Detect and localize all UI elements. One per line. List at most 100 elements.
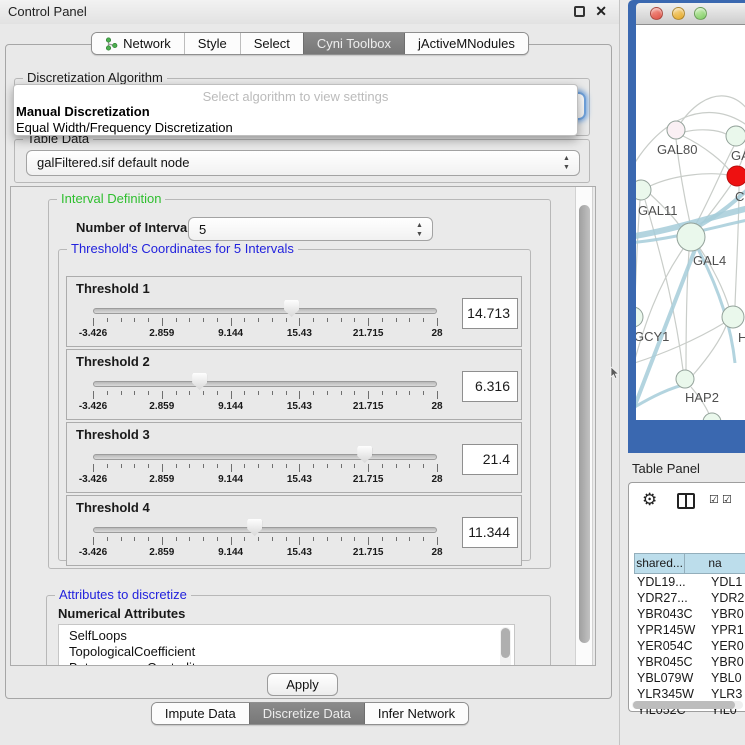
cell-name[interactable]: YBR0 bbox=[707, 606, 745, 622]
network-edge[interactable] bbox=[636, 249, 683, 370]
slider-thumb[interactable] bbox=[357, 446, 372, 463]
cell-shared-name[interactable]: YBR045C bbox=[634, 654, 707, 670]
table-row[interactable]: YDR27...YDR2 bbox=[634, 590, 745, 606]
network-node-ga[interactable] bbox=[726, 126, 745, 146]
attribute-list-item[interactable]: BetweennessCentrality bbox=[69, 660, 514, 666]
threshold-slider[interactable]: -3.4262.8599.14415.4321.71528 bbox=[93, 496, 437, 567]
dropdown-option-equal-width-frequency[interactable]: Equal Width/Frequency Discretization bbox=[16, 120, 233, 135]
cell-name[interactable]: YLR3 bbox=[707, 686, 745, 702]
column-header-shared-name[interactable]: shared... bbox=[634, 553, 685, 574]
split-columns-icon[interactable] bbox=[677, 493, 695, 509]
attribute-list-scrollbar[interactable] bbox=[500, 627, 511, 666]
threshold-slider[interactable]: -3.4262.8599.14415.4321.71528 bbox=[93, 423, 437, 494]
zoom-traffic-light-icon[interactable] bbox=[694, 7, 707, 20]
cell-name[interactable]: YBL0 bbox=[707, 670, 745, 686]
cell-name[interactable]: YDR2 bbox=[707, 590, 745, 606]
slider-track[interactable] bbox=[93, 381, 437, 387]
numerical-attributes-label: Numerical Attributes bbox=[58, 606, 185, 621]
tick-label: 9.144 bbox=[218, 474, 243, 485]
control-panel-title: Control Panel bbox=[8, 4, 87, 19]
tab-style[interactable]: Style bbox=[184, 33, 240, 54]
scrollbar-thumb[interactable] bbox=[579, 205, 590, 643]
settings-vertical-scrollbar[interactable] bbox=[575, 187, 593, 665]
checkbox-icon[interactable]: ☑ bbox=[709, 493, 719, 506]
threshold-value-field[interactable]: 14.713 bbox=[462, 298, 518, 329]
table-row[interactable]: YPR145WYPR1 bbox=[634, 622, 745, 638]
table-data-combobox[interactable]: galFiltered.sif default node ▲▼ bbox=[26, 150, 580, 176]
minimize-traffic-light-icon[interactable] bbox=[672, 7, 685, 20]
cell-shared-name[interactable]: YDL19... bbox=[634, 574, 707, 590]
close-traffic-light-icon[interactable] bbox=[650, 7, 663, 20]
cell-shared-name[interactable]: YER054C bbox=[634, 638, 707, 654]
table-row[interactable]: YLR345WYLR3 bbox=[634, 686, 745, 702]
scrollbar-thumb[interactable] bbox=[633, 701, 735, 709]
threshold-value-field[interactable]: 21.4 bbox=[462, 444, 518, 475]
table-horizontal-scrollbar[interactable] bbox=[632, 701, 743, 709]
network-node-hap2[interactable] bbox=[676, 370, 694, 388]
table-header-row: shared... na bbox=[634, 553, 745, 574]
tick-label: 28 bbox=[431, 474, 442, 485]
table-row[interactable]: YER054CYER0 bbox=[634, 638, 745, 654]
cell-shared-name[interactable]: YDR27... bbox=[634, 590, 707, 606]
attribute-list-item[interactable]: SelfLoops bbox=[69, 628, 514, 644]
table-row[interactable]: YDL19...YDL1 bbox=[634, 574, 745, 590]
column-header-name[interactable]: na bbox=[685, 553, 745, 574]
network-edge[interactable] bbox=[693, 326, 726, 375]
dropdown-option-manual-discretization[interactable]: Manual Discretization bbox=[16, 104, 150, 119]
tab-cyni-toolbox[interactable]: Cyni Toolbox bbox=[303, 33, 404, 54]
cell-shared-name[interactable]: YBR043C bbox=[634, 606, 707, 622]
cell-shared-name[interactable]: YBL079W bbox=[634, 670, 707, 686]
tab-infer-network[interactable]: Infer Network bbox=[364, 703, 468, 724]
attribute-list-item[interactable]: TopologicalCoefficient bbox=[69, 644, 514, 660]
threshold-slider[interactable]: -3.4262.8599.14415.4321.71528 bbox=[93, 350, 437, 421]
cell-shared-name[interactable]: YPR145W bbox=[634, 622, 707, 638]
gear-icon[interactable]: ⚙ bbox=[642, 490, 657, 510]
network-node-gal11[interactable] bbox=[636, 180, 651, 200]
table-row[interactable]: YBR045CYBR0 bbox=[634, 654, 745, 670]
network-node-gcy1[interactable] bbox=[636, 307, 643, 327]
threshold-value-field[interactable]: 11.344 bbox=[462, 517, 518, 548]
slider-track[interactable] bbox=[93, 308, 437, 314]
slider-ticks bbox=[93, 537, 437, 546]
numerical-attributes-list[interactable]: SelfLoopsTopologicalCoefficientBetweenne… bbox=[58, 624, 515, 666]
cell-name[interactable]: YER0 bbox=[707, 638, 745, 654]
network-window-titlebar[interactable] bbox=[636, 3, 745, 25]
tab-impute-data[interactable]: Impute Data bbox=[152, 703, 249, 724]
network-edge[interactable] bbox=[735, 186, 739, 306]
cell-name[interactable]: YPR1 bbox=[707, 622, 745, 638]
tick-label: -3.426 bbox=[79, 474, 107, 485]
node-label: GAL80 bbox=[657, 142, 697, 157]
network-canvas[interactable]: GAL80GACGAL11GAL4GCY1HHAP2 bbox=[636, 25, 745, 420]
tab-jactivemnodules[interactable]: jActiveMNodules bbox=[404, 33, 528, 54]
tab-network[interactable]: Network bbox=[92, 33, 184, 54]
cell-name[interactable]: YBR0 bbox=[707, 654, 745, 670]
checkbox-icon[interactable]: ☑ bbox=[722, 493, 732, 506]
apply-button[interactable]: Apply bbox=[267, 673, 338, 696]
network-node-gal80[interactable] bbox=[667, 121, 685, 139]
network-node-h[interactable] bbox=[722, 306, 744, 328]
threshold-value-field[interactable]: 6.316 bbox=[462, 371, 518, 402]
slider-ticks bbox=[93, 318, 437, 327]
slider-track[interactable] bbox=[93, 454, 437, 460]
scrollbar-thumb[interactable] bbox=[501, 628, 510, 658]
close-icon[interactable]: ✕ bbox=[595, 3, 607, 20]
network-node-gal4[interactable] bbox=[677, 223, 705, 251]
network-node-c[interactable] bbox=[727, 166, 745, 186]
table-row[interactable]: YBL079WYBL0 bbox=[634, 670, 745, 686]
cell-name[interactable]: YDL1 bbox=[707, 574, 745, 590]
float-window-icon[interactable] bbox=[574, 6, 585, 17]
network-edge[interactable] bbox=[684, 130, 726, 134]
network-node[interactable] bbox=[703, 413, 721, 420]
table-row[interactable]: YBR043CYBR0 bbox=[634, 606, 745, 622]
number-of-intervals-combobox[interactable]: 5 ▲▼ bbox=[188, 217, 433, 241]
cell-shared-name[interactable]: YLR345W bbox=[634, 686, 707, 702]
network-edge[interactable] bbox=[636, 200, 640, 320]
tab-select[interactable]: Select bbox=[240, 33, 303, 54]
tab-discretize-data[interactable]: Discretize Data bbox=[249, 703, 364, 724]
tick-label: 28 bbox=[431, 547, 442, 558]
slider-track[interactable] bbox=[93, 527, 437, 533]
slider-thumb[interactable] bbox=[247, 519, 262, 536]
slider-thumb[interactable] bbox=[284, 300, 299, 317]
slider-thumb[interactable] bbox=[192, 373, 207, 390]
threshold-slider[interactable]: -3.4262.8599.14415.4321.71528 bbox=[93, 277, 437, 348]
